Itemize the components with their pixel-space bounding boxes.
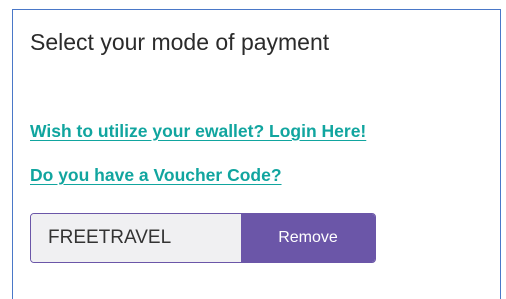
payment-panel: Select your mode of payment Wish to util… bbox=[12, 9, 501, 299]
payment-title: Select your mode of payment bbox=[30, 29, 330, 55]
ewallet-login-link[interactable]: Wish to utilize your ewallet? Login Here… bbox=[30, 120, 366, 142]
remove-voucher-button[interactable]: Remove bbox=[241, 214, 375, 262]
voucher-code-link[interactable]: Do you have a Voucher Code? bbox=[30, 164, 282, 186]
voucher-code-input[interactable] bbox=[31, 214, 241, 262]
voucher-form: Remove bbox=[30, 213, 376, 263]
